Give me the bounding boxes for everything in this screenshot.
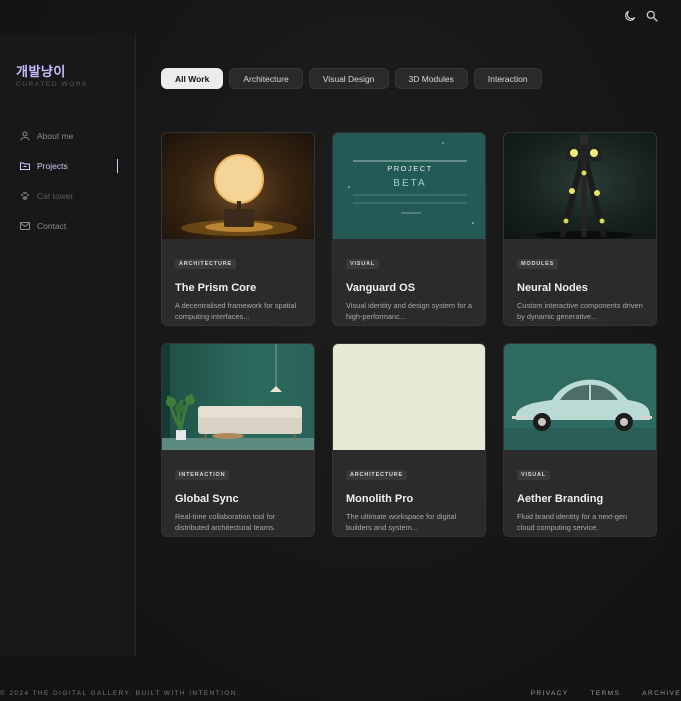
filter-3d-modules[interactable]: 3D Modules	[394, 68, 468, 89]
category-tag: ARCHITECTURE	[175, 259, 236, 269]
card-description: A decentralised framework for spatial co…	[175, 301, 297, 321]
sidebar-item-label: Cat tower	[37, 191, 74, 201]
card-title: The Prism Core	[175, 282, 257, 294]
card-description: Custom interactive components driven by …	[517, 301, 643, 321]
footer-link-archive[interactable]: ARCHIVE	[642, 690, 681, 697]
category-tag: VISUAL	[517, 470, 550, 480]
project-card[interactable]: INTERACTION Global Sync Real-time collab…	[161, 343, 315, 537]
sidebar-item-label: Projects	[37, 161, 68, 171]
card-description: Real-time collaboration tool for distrib…	[175, 512, 276, 532]
sidebar-item-label: Contact	[37, 221, 67, 231]
filter-interaction[interactable]: Interaction	[473, 68, 542, 89]
top-toolbar	[623, 9, 659, 23]
filter-bar: All Work Architecture Visual Design 3D M…	[161, 68, 542, 89]
folder-icon	[20, 162, 30, 170]
living-room-thumbnail	[162, 344, 314, 450]
card-title: Global Sync	[175, 493, 239, 505]
filter-architecture[interactable]: Architecture	[229, 68, 303, 89]
project-card[interactable]: ARCHITECTURE The Prism Core A decentrali…	[161, 132, 315, 326]
app-root: 개발냥이 CURATED WORK About me Projects Cat …	[0, 0, 681, 701]
filter-all-work[interactable]: All Work	[161, 68, 224, 89]
card-title: Monolith Pro	[346, 493, 414, 505]
footer-links: PRIVACY TERMS ARCHIVE	[531, 690, 681, 697]
category-tag: INTERACTION	[175, 470, 230, 480]
footer-link-terms[interactable]: TERMS	[591, 690, 621, 697]
paw-icon	[20, 191, 30, 200]
brand-subtitle: CURATED WORK	[16, 81, 89, 88]
card-description: Fluid brand identity for a next-gen clou…	[517, 512, 628, 532]
sidebar-item-projects[interactable]: Projects	[0, 156, 136, 176]
project-grid: ARCHITECTURE The Prism Core A decentrali…	[161, 132, 657, 537]
robot-thumbnail	[504, 133, 656, 239]
search-icon[interactable]	[645, 9, 659, 23]
card-description: The ultimate workspace for digital build…	[346, 512, 457, 532]
card-title: Neural Nodes	[517, 282, 588, 294]
poster-line-1: PROJECT	[387, 164, 433, 173]
sidebar-item-contact[interactable]: Contact	[0, 216, 136, 236]
sidebar-nav: About me Projects Cat tower Contact	[0, 126, 136, 246]
lamp-thumbnail	[162, 133, 314, 239]
sidebar-item-about[interactable]: About me	[0, 126, 136, 146]
sidebar-item-label: About me	[37, 131, 74, 141]
poster-thumbnail: PROJECT BETA	[333, 133, 485, 239]
project-card[interactable]: MODULES Neural Nodes Custom interactive …	[503, 132, 657, 326]
moon-icon[interactable]	[623, 9, 637, 23]
project-card[interactable]: VISUAL Aether Branding Fluid brand ident…	[503, 343, 657, 537]
project-card[interactable]: PROJECT BETA VISUAL Vanguard OS Visual i…	[332, 132, 486, 326]
card-description: Visual identity and design system for a …	[346, 301, 472, 321]
card-title: Vanguard OS	[346, 282, 416, 294]
project-card[interactable]: ARCHITECTURE Monolith Pro The ultimate w…	[332, 343, 486, 537]
card-title: Aether Branding	[517, 493, 604, 505]
user-icon	[20, 131, 30, 141]
sidebar: 개발냥이 CURATED WORK About me Projects Cat …	[0, 34, 136, 656]
poster-line-2: BETA	[393, 178, 427, 189]
category-tag: VISUAL	[346, 259, 379, 269]
blank-thumbnail	[333, 344, 485, 450]
sidebar-item-cat-tower[interactable]: Cat tower	[0, 186, 136, 206]
category-tag: ARCHITECTURE	[346, 470, 407, 480]
brand-title[interactable]: 개발냥이	[16, 61, 66, 80]
category-tag: MODULES	[517, 259, 559, 269]
filter-visual-design[interactable]: Visual Design	[308, 68, 389, 89]
mail-icon	[20, 222, 30, 230]
footer-copyright: © 2024 THE DIGITAL GALLERY. BUILT WITH I…	[0, 690, 241, 697]
footer-link-privacy[interactable]: PRIVACY	[531, 690, 569, 697]
car-thumbnail	[504, 344, 656, 450]
